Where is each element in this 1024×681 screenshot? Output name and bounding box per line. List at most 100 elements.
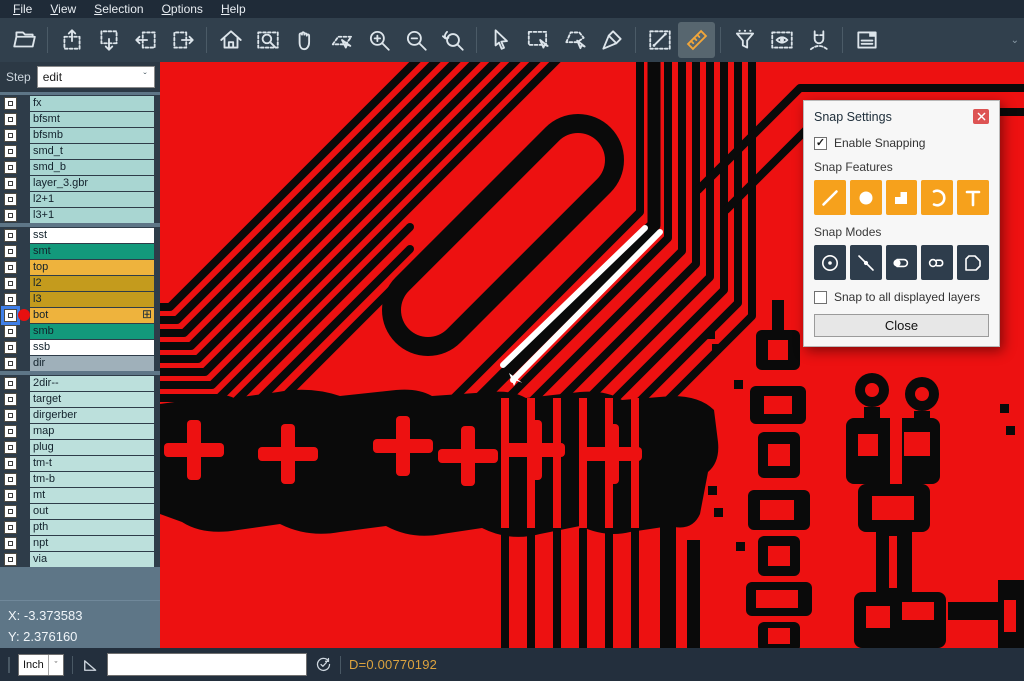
snap-feature-line-button[interactable]	[814, 180, 846, 215]
layer-visibility-checkbox[interactable]	[4, 537, 17, 550]
layer-visibility-checkbox[interactable]	[4, 193, 17, 206]
layer-row[interactable]: l3+1	[0, 208, 160, 223]
layer-visibility-checkbox[interactable]	[4, 177, 17, 190]
layer-row[interactable]: bfsmb	[0, 128, 160, 143]
angle-measure-icon[interactable]	[81, 656, 99, 674]
layer-label[interactable]: mt	[30, 488, 154, 503]
layer-row[interactable]: mt	[0, 488, 160, 503]
layer-row[interactable]: dir	[0, 356, 160, 371]
layer-row[interactable]: bot⊞	[0, 308, 160, 323]
refresh-check-icon[interactable]	[315, 656, 332, 673]
enable-snapping-checkbox[interactable]: ✓	[814, 137, 827, 150]
layer-label[interactable]: top	[30, 260, 154, 275]
layer-row[interactable]: fx	[0, 96, 160, 111]
layer-visibility-checkbox[interactable]	[4, 553, 17, 566]
layer-label[interactable]: tm-t	[30, 456, 154, 471]
layer-label[interactable]: l2	[30, 276, 154, 291]
select-button[interactable]	[482, 22, 519, 58]
menu-view[interactable]: View	[41, 0, 85, 18]
layer-row[interactable]: bfsmt	[0, 112, 160, 127]
drag-view-button[interactable]	[323, 22, 360, 58]
layer-label[interactable]: bot⊞	[30, 308, 154, 323]
layer-label[interactable]: smd_t	[30, 144, 154, 159]
layer-label[interactable]: npt	[30, 536, 154, 551]
layer-row[interactable]: smd_t	[0, 144, 160, 159]
pan-right-button[interactable]	[164, 22, 201, 58]
zoom-in-button[interactable]	[360, 22, 397, 58]
snap-mode-midpoint-button[interactable]	[850, 245, 882, 280]
layer-label[interactable]: fx	[30, 96, 154, 111]
zoom-out-button[interactable]	[397, 22, 434, 58]
filter-button[interactable]	[726, 22, 763, 58]
select-rectangle-button[interactable]	[519, 22, 556, 58]
layer-label[interactable]: l3+1	[30, 208, 154, 223]
layer-visibility-checkbox[interactable]	[4, 97, 17, 110]
layer-label[interactable]: l3	[30, 292, 154, 307]
layer-visibility-checkbox[interactable]	[4, 129, 17, 142]
layer-label[interactable]: smb	[30, 324, 154, 339]
layer-label[interactable]: pth	[30, 520, 154, 535]
layer-row[interactable]: tm-b	[0, 472, 160, 487]
snap-mode-slot-closed-button[interactable]	[886, 245, 918, 280]
pan-down-button[interactable]	[90, 22, 127, 58]
layer-row[interactable]: pth	[0, 520, 160, 535]
layer-label[interactable]: bfsmb	[30, 128, 154, 143]
layer-visibility-checkbox[interactable]	[4, 145, 17, 158]
snap-feature-text-button[interactable]	[957, 180, 989, 215]
layer-label[interactable]: sst	[30, 228, 154, 243]
layer-visibility-checkbox[interactable]	[4, 229, 17, 242]
layer-label[interactable]: via	[30, 552, 154, 567]
home-button[interactable]	[212, 22, 249, 58]
layer-row[interactable]: dirgerber	[0, 408, 160, 423]
snap-mode-center-button[interactable]	[814, 245, 846, 280]
layer-label[interactable]: target	[30, 392, 154, 407]
menu-file[interactable]: File	[4, 0, 41, 18]
snap-mode-contour-button[interactable]	[957, 245, 989, 280]
layer-row[interactable]: layer_3.gbr	[0, 176, 160, 191]
layer-label[interactable]: 2dir--	[30, 376, 154, 391]
layer-label[interactable]: map	[30, 424, 154, 439]
layer-visibility-checkbox[interactable]	[4, 325, 17, 338]
layer-row[interactable]: out	[0, 504, 160, 519]
layer-row[interactable]: l3	[0, 292, 160, 307]
layer-visibility-checkbox[interactable]	[4, 245, 17, 258]
pan-left-button[interactable]	[127, 22, 164, 58]
layer-label[interactable]: tm-b	[30, 472, 154, 487]
snap-feature-arc-button[interactable]	[921, 180, 953, 215]
step-select[interactable]: edit ˇ	[37, 66, 155, 88]
menu-options[interactable]: Options	[153, 0, 212, 18]
clear-button[interactable]	[593, 22, 630, 58]
units-select[interactable]: Inch ˇ	[18, 654, 64, 676]
layer-visibility-checkbox[interactable]	[4, 309, 17, 322]
report-button[interactable]	[848, 22, 885, 58]
layer-row[interactable]: smb	[0, 324, 160, 339]
layer-label[interactable]: plug	[30, 440, 154, 455]
dialog-close-button[interactable]	[973, 109, 989, 124]
layer-visibility-checkbox[interactable]	[4, 293, 17, 306]
layer-row[interactable]: smd_b	[0, 160, 160, 175]
layer-row[interactable]: plug	[0, 440, 160, 455]
layer-row[interactable]: sst	[0, 228, 160, 243]
layer-visibility-checkbox[interactable]	[4, 425, 17, 438]
layer-label[interactable]: l2+1	[30, 192, 154, 207]
snap-feature-pad-button[interactable]	[850, 180, 882, 215]
layer-visibility-checkbox[interactable]	[4, 357, 17, 370]
layer-label[interactable]: out	[30, 504, 154, 519]
layer-visibility-checkbox[interactable]	[4, 505, 17, 518]
snap-button[interactable]	[800, 22, 837, 58]
layer-visibility-checkbox[interactable]	[4, 377, 17, 390]
layer-row[interactable]: smt	[0, 244, 160, 259]
open-button[interactable]	[5, 22, 42, 58]
layer-visibility-checkbox[interactable]	[4, 489, 17, 502]
layer-row[interactable]: map	[0, 424, 160, 439]
show-selection-button[interactable]	[763, 22, 800, 58]
layer-visibility-checkbox[interactable]	[4, 261, 17, 274]
layer-label[interactable]: dir	[30, 356, 154, 371]
pan-hand-button[interactable]	[286, 22, 323, 58]
layer-visibility-checkbox[interactable]	[4, 277, 17, 290]
layer-visibility-checkbox[interactable]	[4, 473, 17, 486]
layer-label[interactable]: ssb	[30, 340, 154, 355]
layer-row[interactable]: tm-t	[0, 456, 160, 471]
layer-row[interactable]: l2	[0, 276, 160, 291]
layer-row[interactable]: 2dir--	[0, 376, 160, 391]
